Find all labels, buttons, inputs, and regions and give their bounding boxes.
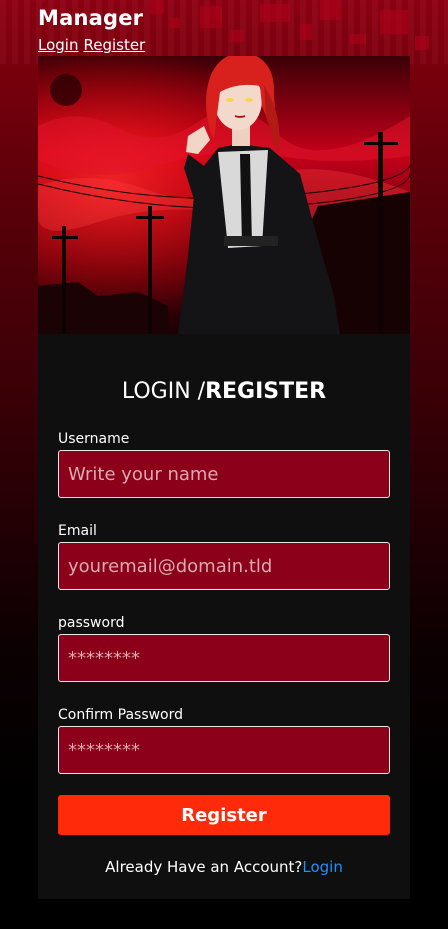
password-label: password xyxy=(58,615,125,631)
password-input[interactable] xyxy=(58,634,390,682)
login-prompt: Already Have an Account?Login xyxy=(38,857,410,877)
login-link[interactable]: Login xyxy=(302,858,342,876)
anime-character-illustration xyxy=(38,56,410,334)
email-field-group: Email xyxy=(58,522,390,590)
form-title: LOGIN /REGISTER xyxy=(38,378,410,406)
nav-register-link[interactable]: Register xyxy=(83,36,145,54)
confirm-password-field-group: Confirm Password xyxy=(58,706,390,774)
username-field-group: Username xyxy=(58,430,390,498)
top-nav: Login Register xyxy=(38,36,150,54)
username-label: Username xyxy=(58,431,130,447)
login-prompt-text: Already Have an Account? xyxy=(105,858,303,876)
username-input[interactable] xyxy=(58,450,390,498)
email-input[interactable] xyxy=(58,542,390,590)
brand-title: Manager xyxy=(38,6,144,30)
register-card: LOGIN /REGISTER Username Email password … xyxy=(38,56,410,899)
confirm-password-label: Confirm Password xyxy=(58,707,184,723)
site-header: Manager Login Register xyxy=(38,4,150,54)
register-button[interactable]: Register xyxy=(58,795,390,835)
nav-login-link[interactable]: Login xyxy=(38,36,78,54)
form-title-register: REGISTER xyxy=(205,379,327,404)
confirm-password-input[interactable] xyxy=(58,726,390,774)
email-label: Email xyxy=(58,523,97,539)
hero-illustration xyxy=(38,56,410,334)
form-title-login: LOGIN / xyxy=(121,379,206,404)
password-field-group: password xyxy=(58,614,390,682)
